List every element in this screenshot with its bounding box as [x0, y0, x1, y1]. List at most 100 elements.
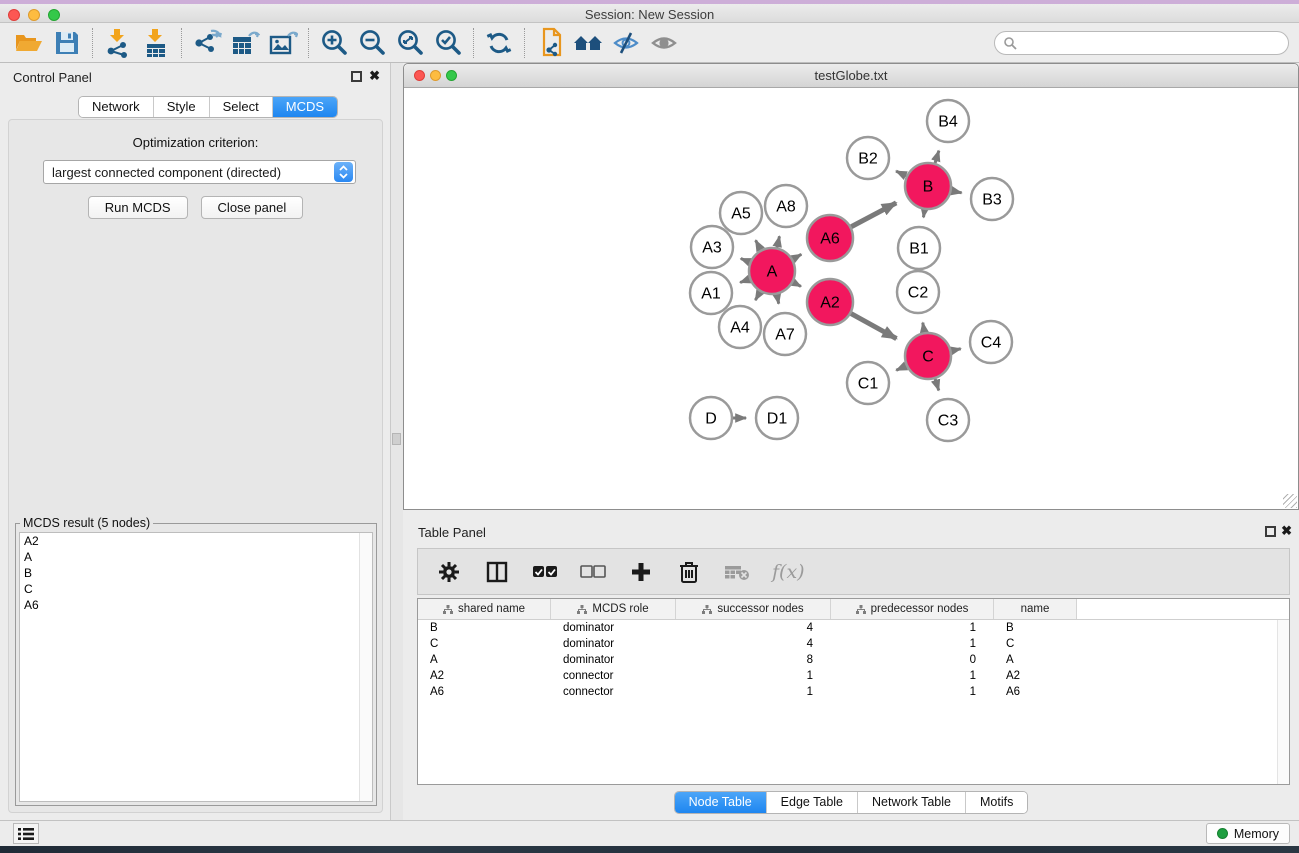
column-header-shared-name[interactable]: shared name — [418, 599, 551, 619]
show-graphics-details-button[interactable] — [645, 27, 683, 59]
save-session-button[interactable] — [48, 27, 86, 59]
table-cell[interactable]: connector — [551, 686, 676, 698]
export-image-button[interactable] — [264, 27, 302, 59]
graph-node-D1[interactable]: D1 — [756, 397, 798, 439]
graph-node-B4[interactable]: B4 — [927, 100, 969, 142]
table-settings-button[interactable] — [436, 559, 462, 585]
table-cell[interactable]: 8 — [676, 654, 831, 666]
table-cell[interactable]: C — [418, 638, 551, 650]
column-header-name[interactable]: name — [994, 599, 1077, 619]
edge-A-A5[interactable] — [756, 240, 761, 249]
memory-button[interactable]: Memory — [1206, 823, 1290, 844]
edge-B-B4[interactable] — [935, 151, 939, 163]
graph-node-A1[interactable]: A1 — [690, 272, 732, 314]
export-network-button[interactable] — [188, 27, 226, 59]
edge-A-A3[interactable] — [741, 259, 750, 263]
table-cell[interactable]: A6 — [994, 686, 1077, 698]
graph-node-B1[interactable]: B1 — [898, 227, 940, 269]
table-cell[interactable]: B — [994, 622, 1077, 634]
split-divider-handle[interactable] — [392, 433, 401, 445]
column-header-successor-nodes[interactable]: successor nodes — [676, 599, 831, 619]
function-builder-button[interactable]: f(x) — [772, 561, 805, 583]
float-panel-icon[interactable] — [351, 71, 362, 82]
open-session-button[interactable] — [10, 27, 48, 59]
zoom-selected-button[interactable] — [429, 27, 467, 59]
table-cell[interactable]: 1 — [831, 686, 994, 698]
table-row[interactable]: Adominator80A — [418, 652, 1289, 668]
table-cell[interactable]: 1 — [676, 686, 831, 698]
graph-node-B[interactable]: B — [905, 163, 951, 209]
graph-node-D[interactable]: D — [690, 397, 732, 439]
table-cell[interactable]: connector — [551, 670, 676, 682]
criterion-dropdown[interactable]: largest connected component (directed) — [43, 160, 356, 184]
search-input[interactable] — [1017, 33, 1288, 53]
edge-A2-C[interactable] — [851, 314, 896, 339]
edge-A-A7[interactable] — [777, 295, 779, 304]
graph-node-C2[interactable]: C2 — [897, 271, 939, 313]
graph-node-A3[interactable]: A3 — [691, 226, 733, 268]
graph-node-A[interactable]: A — [749, 248, 795, 294]
table-cell[interactable]: B — [418, 622, 551, 634]
show-column-panel-button[interactable] — [484, 559, 510, 585]
new-network-from-file-button[interactable] — [531, 27, 569, 59]
graph-node-B3[interactable]: B3 — [971, 178, 1013, 220]
column-header-predecessor-nodes[interactable]: predecessor nodes — [831, 599, 994, 619]
table-cell[interactable]: C — [994, 638, 1077, 650]
result-item[interactable]: A2 — [20, 533, 372, 549]
table-cell[interactable]: 0 — [831, 654, 994, 666]
network-graph-canvas[interactable]: B4B2BB3A5A8A6B1A3AA1C2A2A4A7C4CC1DD1C3 — [404, 88, 1298, 509]
hide-annotations-button[interactable] — [607, 27, 645, 59]
task-history-button[interactable] — [13, 823, 39, 844]
table-cell[interactable]: 1 — [831, 638, 994, 650]
graph-node-B2[interactable]: B2 — [847, 137, 889, 179]
table-row[interactable]: A6connector11A6 — [418, 684, 1289, 700]
import-network-button[interactable] — [99, 27, 137, 59]
table-row[interactable]: A2connector11A2 — [418, 668, 1289, 684]
table-cell[interactable]: A6 — [418, 686, 551, 698]
result-item[interactable]: A6 — [20, 597, 372, 613]
table-cell[interactable]: A2 — [994, 670, 1077, 682]
graph-node-C4[interactable]: C4 — [970, 321, 1012, 363]
result-item[interactable]: C — [20, 581, 372, 597]
table-cell[interactable]: dominator — [551, 654, 676, 666]
table-cell[interactable]: A — [994, 654, 1077, 666]
create-column-button[interactable] — [628, 559, 654, 585]
edge-C-C4[interactable] — [951, 349, 960, 351]
edge-C-C2[interactable] — [923, 323, 925, 333]
edge-C-C1[interactable] — [896, 366, 906, 370]
table-scrollbar[interactable] — [1277, 620, 1289, 784]
split-divider[interactable] — [391, 63, 403, 820]
table-cell[interactable]: 1 — [831, 622, 994, 634]
tab-mcds[interactable]: MCDS — [273, 97, 337, 117]
select-all-columns-button[interactable] — [532, 559, 558, 585]
export-table-button[interactable] — [226, 27, 264, 59]
tab-edge-table[interactable]: Edge Table — [767, 792, 858, 813]
refresh-button[interactable] — [480, 27, 518, 59]
table-cell[interactable]: 4 — [676, 622, 831, 634]
close-panel-button[interactable]: Close panel — [201, 196, 304, 219]
table-row[interactable]: Cdominator41C — [418, 636, 1289, 652]
edge-A-A1[interactable] — [740, 279, 749, 282]
edge-B-B3[interactable] — [952, 191, 962, 193]
table-cell[interactable]: dominator — [551, 638, 676, 650]
graph-node-A8[interactable]: A8 — [765, 185, 807, 227]
column-header-MCDS-role[interactable]: MCDS role — [551, 599, 676, 619]
edge-A6-B[interactable] — [851, 203, 896, 227]
graph-node-A6[interactable]: A6 — [807, 215, 853, 261]
zoom-fit-button[interactable] — [391, 27, 429, 59]
delete-table-button[interactable] — [724, 559, 750, 585]
graph-node-C[interactable]: C — [905, 333, 951, 379]
result-scrollbar[interactable] — [359, 533, 372, 801]
toolbar-search-field[interactable] — [994, 31, 1289, 55]
close-table-panel-icon[interactable]: ✖ — [1281, 523, 1292, 539]
zoom-out-button[interactable] — [353, 27, 391, 59]
cybrowser-home-button[interactable] — [569, 27, 607, 59]
table-cell[interactable]: dominator — [551, 622, 676, 634]
table-cell[interactable]: 4 — [676, 638, 831, 650]
edge-C-C3[interactable] — [935, 379, 939, 391]
graph-node-C3[interactable]: C3 — [927, 399, 969, 441]
table-cell[interactable]: A2 — [418, 670, 551, 682]
zoom-in-button[interactable] — [315, 27, 353, 59]
graph-node-A7[interactable]: A7 — [764, 313, 806, 355]
graph-node-A5[interactable]: A5 — [720, 192, 762, 234]
